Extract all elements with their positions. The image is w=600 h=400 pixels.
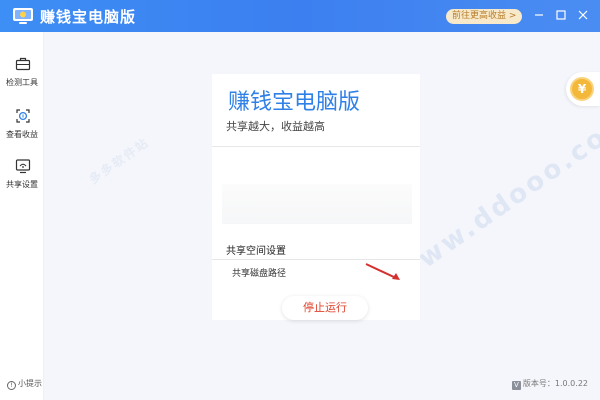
earnings-float-button[interactable]: ¥ (566, 72, 600, 106)
share-settings-icon (15, 159, 31, 174)
app-logo-icon (13, 8, 33, 24)
divider (212, 146, 420, 147)
blurred-content (222, 184, 412, 224)
minimize-icon[interactable] (532, 8, 546, 22)
watermark-text: www.ddooo.com (390, 104, 600, 290)
sidebar-item-label: 共享设置 (6, 180, 38, 189)
version-text: 版本号：1.0.0.22 (522, 379, 588, 388)
sidebar-item-view-earnings[interactable]: 查看收益 (0, 106, 44, 152)
tips-label: 小提示 (18, 379, 42, 388)
watermark-text: 多多软件站 (86, 135, 152, 187)
share-space-settings-heading: 共享空间设置 (226, 246, 286, 257)
app-title: 赚钱宝电脑版 (40, 8, 137, 26)
toolbox-icon (15, 57, 31, 71)
earnings-icon (16, 109, 30, 123)
coin-icon: ¥ (570, 77, 594, 101)
sidebar-item-detection-tools[interactable]: 检测工具 (0, 54, 44, 100)
sidebar: 检测工具 查看收益 共享设置 ! 小提示 (0, 32, 44, 400)
main-content: www.ddooo.com 多多软件站 多多软件站 赚钱宝电脑版 共享越大，收益… (44, 32, 600, 400)
maximize-icon[interactable] (554, 8, 568, 22)
version-icon: V (511, 381, 521, 390)
share-disk-path-label: 共享磁盘路径 (232, 269, 287, 279)
tips-link[interactable]: ! 小提示 (7, 378, 42, 390)
sidebar-item-label: 查看收益 (6, 130, 38, 139)
info-icon: ! (7, 381, 16, 390)
sidebar-item-label: 检测工具 (6, 78, 38, 87)
card-title: 赚钱宝电脑版 (228, 90, 361, 115)
close-icon[interactable] (576, 8, 590, 22)
info-card: 赚钱宝电脑版 共享越大，收益越高 共享空间设置 共享磁盘路径 (212, 74, 420, 320)
annotation-arrow-icon (365, 263, 400, 280)
sidebar-item-share-settings[interactable]: 共享设置 (0, 156, 44, 202)
card-subtitle: 共享越大，收益越高 (226, 120, 325, 133)
stop-running-button[interactable]: 停止运行 (282, 296, 368, 320)
version-info: V 版本号：1.0.0.22 (511, 378, 588, 390)
title-bar: 赚钱宝电脑版 前往更高收益 > (0, 0, 600, 32)
higher-earnings-button[interactable]: 前往更高收益 > (446, 9, 523, 24)
